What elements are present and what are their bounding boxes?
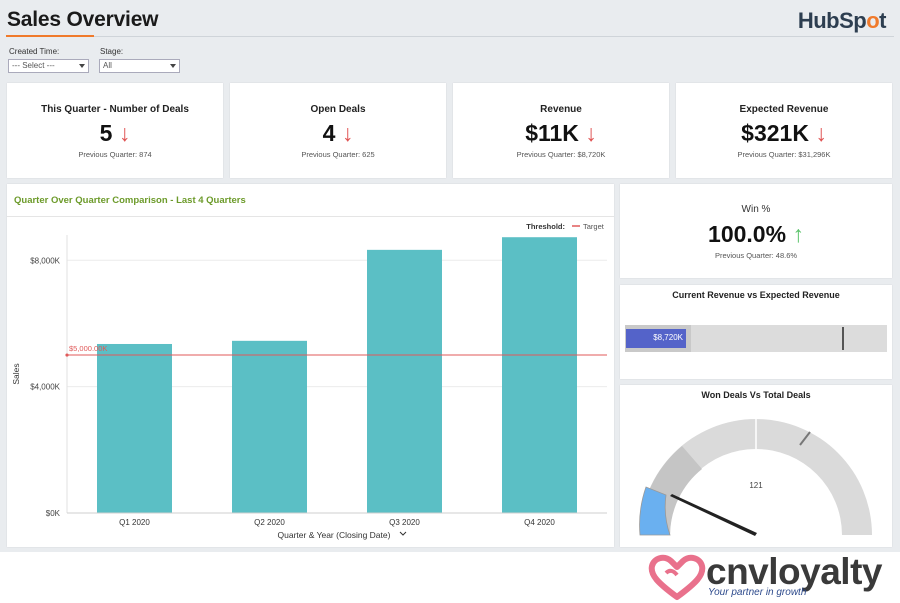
revenue-bar-title: Current Revenue vs Expected Revenue (672, 290, 840, 300)
gauge-center-label: 121 (749, 481, 763, 490)
hubspot-logo: HubSpot (797, 8, 887, 33)
header-divider (94, 36, 894, 37)
created-time-value: --- Select --- (12, 61, 55, 70)
kpi-card-revenue[interactable]: Revenue $11K ↓ Previous Quarter: $8,720K (453, 83, 669, 178)
x-tick-label: Q2 2020 (254, 518, 285, 527)
kpi-value: 4 ↓ (230, 120, 446, 147)
x-tick-label: Q3 2020 (389, 518, 420, 527)
chevron-down-icon (79, 64, 85, 68)
page-title: Sales Overview (7, 8, 159, 31)
arrow-down-icon: ↓ (118, 120, 131, 146)
revenue-bar-label: $8,720K (653, 333, 683, 342)
legend-title: Threshold: (526, 222, 565, 231)
win-rate-card[interactable]: Win % 100.0% ↑ Previous Quarter: 48.6% (620, 184, 892, 278)
kpi-value: $321K ↓ (676, 120, 892, 147)
legend-label: Target (583, 222, 605, 231)
kpi-card-open-deals[interactable]: Open Deals 4 ↓ Previous Quarter: 625 (230, 83, 446, 178)
stage-value: All (103, 61, 112, 70)
bar (97, 343, 172, 513)
win-title: Win % (741, 204, 771, 215)
brand-tagline: Your partner in growth (708, 587, 807, 598)
x-axis-title: Quarter & Year (Closing Date) (278, 530, 391, 540)
kpi-number: 4 (322, 120, 336, 146)
x-tick-label: Q1 2020 (119, 518, 150, 527)
win-previous: Previous Quarter: 48.6% (714, 251, 798, 260)
kpi-number: 5 (99, 120, 113, 146)
kpi-previous: Previous Quarter: $8,720K (516, 150, 606, 159)
chart-title: Quarter Over Quarter Comparison - Last 4… (14, 195, 246, 206)
arrow-down-icon: ↓ (815, 120, 827, 146)
kpi-value: $11K ↓ (453, 120, 669, 147)
win-number: 100.0% (708, 221, 787, 247)
revenue-vs-expected-card[interactable]: Current Revenue vs Expected Revenue $8,7… (620, 285, 892, 379)
x-tick-label: Q4 2020 (524, 518, 555, 527)
kpi-card-deals[interactable]: This Quarter - Number of Deals 5 ↓ Previ… (7, 83, 223, 178)
threshold-point (65, 353, 69, 357)
y-tick-label: $8,000K (30, 256, 60, 265)
stage-label: Stage: (100, 47, 124, 56)
stage-select[interactable]: All (99, 59, 180, 73)
bar (367, 249, 442, 514)
won-vs-total-card[interactable]: Won Deals Vs Total Deals 121 (620, 385, 892, 547)
cnvloyalty-logo: cnvloyalty Your partner in growth (648, 551, 900, 603)
bar (502, 237, 577, 513)
kpi-value: 5 ↓ (7, 120, 223, 147)
title-underline (6, 35, 94, 37)
revenue-bar-track: $8,720K (625, 325, 887, 352)
quarter-comparison-chart-card: Quarter Over Quarter Comparison - Last 4… (7, 184, 614, 547)
revenue-target-marker (842, 327, 844, 350)
kpi-number: $11K (525, 120, 579, 146)
kpi-title: Revenue (540, 104, 582, 115)
threshold-label: $5,000.00K (69, 344, 107, 353)
kpi-previous: Previous Quarter: 874 (78, 150, 152, 159)
heart-icon (648, 554, 706, 600)
bar-chart: $0K $4,000K $8,000K Q1 2020 Q2 2020 Q3 2020 Q4… (11, 222, 607, 540)
kpi-title: Expected Revenue (739, 104, 829, 115)
created-time-label: Created Time: (9, 47, 60, 56)
kpi-card-expected-revenue[interactable]: Expected Revenue $321K ↓ Previous Quarte… (676, 83, 892, 178)
chevron-down-icon (399, 531, 407, 536)
arrow-down-icon: ↓ (585, 120, 597, 146)
kpi-title: This Quarter - Number of Deals (41, 104, 189, 115)
created-time-select[interactable]: --- Select --- (8, 59, 89, 73)
kpi-number: $321K (741, 120, 809, 146)
y-tick-label: $4,000K (30, 383, 60, 392)
arrow-up-icon: ↑ (792, 221, 804, 247)
kpi-previous: Previous Quarter: 625 (301, 150, 375, 159)
dashboard: Sales Overview HubSpot Created Time: ---… (0, 0, 900, 552)
y-axis-title: Sales (11, 363, 21, 384)
kpi-previous: Previous Quarter: $31,296K (737, 150, 831, 159)
arrow-down-icon: ↓ (341, 120, 354, 146)
chevron-down-icon (170, 64, 176, 68)
win-value: 100.0% ↑ (620, 221, 892, 248)
y-tick-label: $0K (46, 509, 61, 518)
gauge-needle (670, 494, 757, 536)
kpi-title: Open Deals (310, 104, 366, 115)
gauge: 121 (639, 419, 872, 536)
bar (232, 340, 307, 513)
revenue-bar-fill: $8,720K (626, 329, 686, 348)
